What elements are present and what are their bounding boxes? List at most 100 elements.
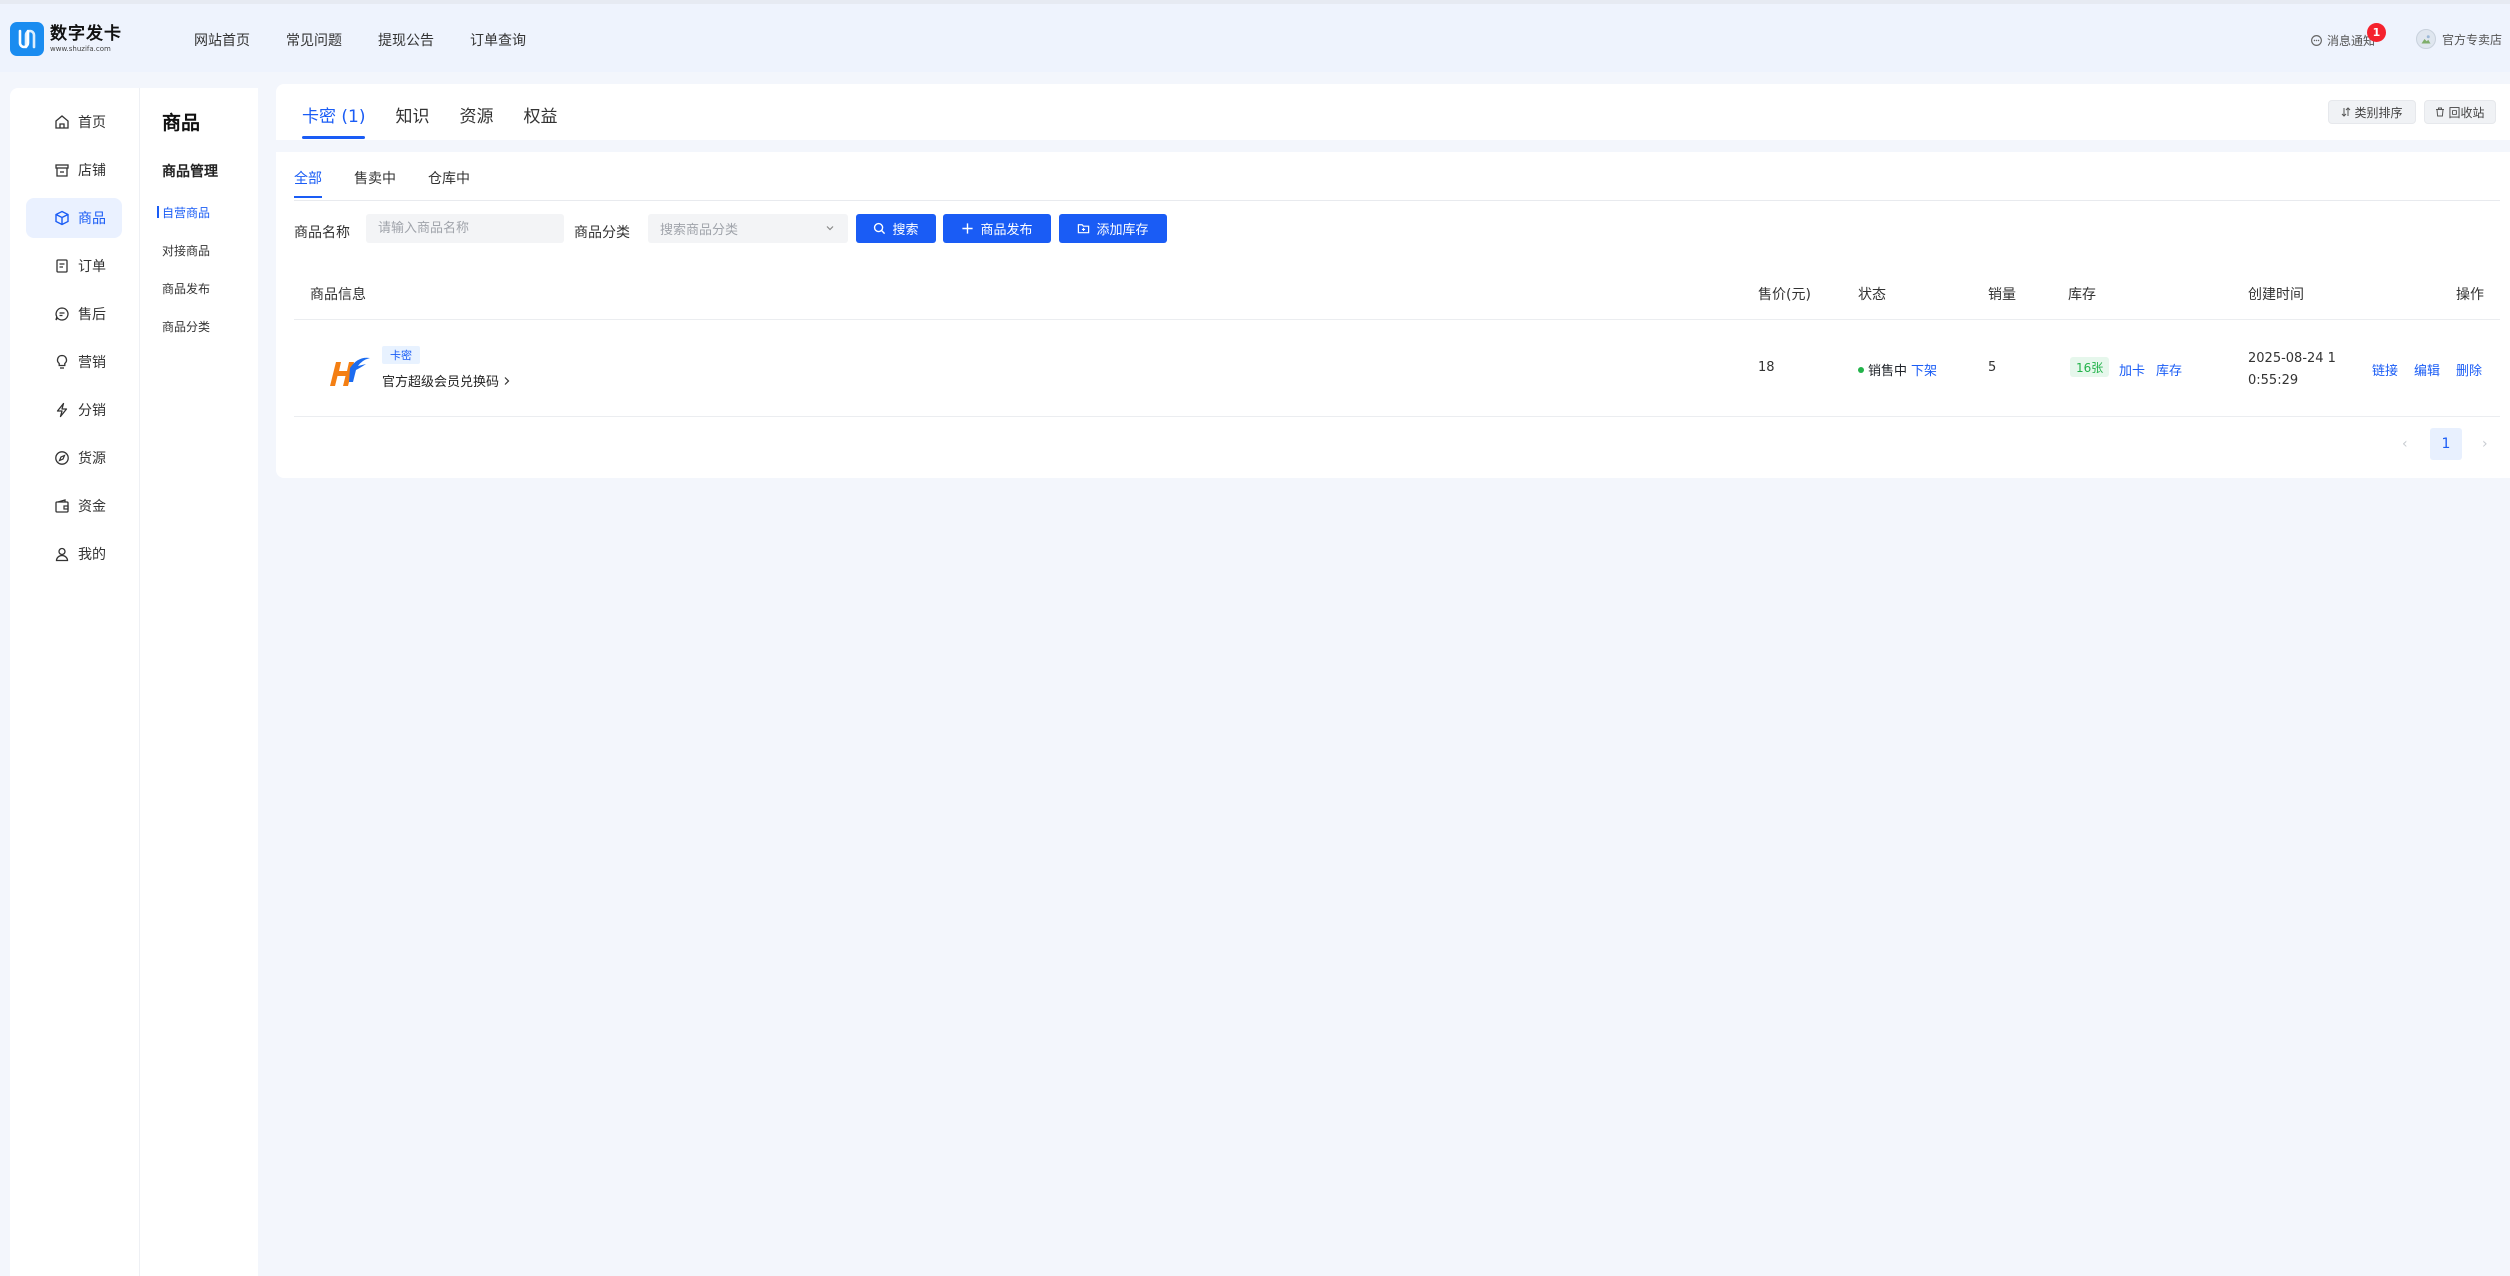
message-icon <box>2311 35 2322 46</box>
view-stock-link[interactable]: 库存 <box>2156 360 2182 379</box>
recycle-bin-label: 回收站 <box>2448 105 2485 120</box>
take-down-link[interactable]: 下架 <box>1911 360 1937 379</box>
brand-name: 数字发卡 <box>50 23 122 44</box>
tab-knowledge[interactable]: 知识 <box>395 102 429 139</box>
topnav-faq[interactable]: 常见问题 <box>286 30 342 50</box>
subnav-item-publish[interactable]: 商品发布 <box>162 280 210 297</box>
col-header-sales: 销量 <box>1988 287 2016 303</box>
topnav-order-query[interactable]: 订单查询 <box>470 30 526 50</box>
category-sort-button[interactable]: 类别排序 <box>2328 100 2416 124</box>
product-price: 18 <box>1758 360 1775 375</box>
messages-button[interactable]: 消息通知 <box>2310 32 2375 49</box>
add-card-link[interactable]: 加卡 <box>2119 360 2145 379</box>
subnav-item-connected-products[interactable]: 对接商品 <box>162 242 210 259</box>
topnav-withdraw-notice[interactable]: 提现公告 <box>378 30 434 50</box>
divider <box>294 319 2500 320</box>
tab-benefits[interactable]: 权益 <box>523 102 557 139</box>
col-header-stock: 库存 <box>2068 287 2096 303</box>
user-icon <box>55 547 69 562</box>
subnav-group-title: 商品管理 <box>162 164 218 180</box>
chevron-right-icon <box>504 376 510 385</box>
publish-product-label: 商品发布 <box>980 223 1033 238</box>
wallet-icon <box>55 499 69 513</box>
status-text: 销售中 <box>1868 364 1908 379</box>
main-panel: 卡密 (1) 知识 资源 权益 类别排序 回收站 全部 售卖中 仓库中 商品名称… <box>276 84 2510 478</box>
tab-separator <box>276 140 2510 152</box>
product-status: 销售中 下架 <box>1858 360 1937 379</box>
product-name-link[interactable]: 官方超级会员兑换码 <box>382 371 511 390</box>
tab-in-warehouse[interactable]: 仓库中 <box>428 168 470 198</box>
product-name-input[interactable] <box>366 214 564 243</box>
product-name: 官方超级会员兑换码 <box>382 375 500 390</box>
tab-card-secret[interactable]: 卡密 (1) <box>302 102 366 139</box>
product-sales: 5 <box>1988 360 1997 375</box>
brand-url: www.shuzifa.com <box>50 44 111 53</box>
product-type-tag: 卡密 <box>382 346 420 364</box>
tab-all[interactable]: 全部 <box>294 168 322 198</box>
category-sort-label: 类别排序 <box>2354 105 2403 120</box>
sidebar-item-supply[interactable]: 货源 <box>26 438 122 478</box>
col-header-price: 售价(元) <box>1758 287 1811 303</box>
tab-on-sale[interactable]: 售卖中 <box>354 168 396 198</box>
sidebar-item-mine[interactable]: 我的 <box>26 534 122 574</box>
plus-icon <box>962 223 974 234</box>
sidebar-item-label: 货源 <box>78 451 106 467</box>
product-category-label: 商品分类 <box>574 225 630 241</box>
search-button-label: 搜索 <box>892 223 919 238</box>
product-thumbnail[interactable] <box>320 346 372 398</box>
sidebar-item-label: 我的 <box>78 547 106 563</box>
sidebar-item-products[interactable]: 商品 <box>26 198 122 238</box>
tab-resources[interactable]: 资源 <box>459 102 493 139</box>
sort-icon <box>2342 107 2351 117</box>
subnav-item-own-products[interactable]: 自营商品 <box>156 204 210 221</box>
sidebar-item-label: 售后 <box>78 307 106 323</box>
compass-icon <box>55 451 69 465</box>
chat-icon <box>55 307 69 321</box>
top-bar: 数字发卡 www.shuzifa.com 网站首页 常见问题 提现公告 订单查询… <box>0 0 2510 72</box>
stock-count-badge: 16张 <box>2070 357 2110 377</box>
folder-add-icon <box>1078 224 1090 234</box>
add-stock-button[interactable]: 添加库存 <box>1059 214 1167 243</box>
sidebar: 首页 店铺 商品 订单 售后 营销 分销 货源 资金 我的 <box>10 88 140 1276</box>
next-page-button[interactable]: › <box>2482 436 2488 452</box>
page-number-button[interactable]: 1 <box>2430 428 2462 460</box>
home-icon <box>55 115 69 129</box>
col-header-actions: 操作 <box>2456 287 2484 303</box>
product-category-select[interactable]: 搜索商品分类 <box>648 214 848 243</box>
divider <box>294 200 2500 201</box>
status-tabs: 全部 售卖中 仓库中 <box>294 168 470 198</box>
sidebar-item-home[interactable]: 首页 <box>26 102 122 142</box>
sidebar-item-aftersale[interactable]: 售后 <box>26 294 122 334</box>
bulb-icon <box>56 354 68 369</box>
store-icon <box>55 164 69 177</box>
product-type-tabs: 卡密 (1) 知识 资源 权益 <box>302 102 557 139</box>
bolt-icon <box>56 402 68 418</box>
avatar <box>2416 29 2436 49</box>
user-name: 官方专卖店 <box>2442 32 2503 47</box>
delete-action[interactable]: 删除 <box>2456 360 2482 379</box>
divider <box>294 416 2500 417</box>
col-header-product-info: 商品信息 <box>310 287 366 303</box>
col-header-created: 创建时间 <box>2248 287 2304 303</box>
recycle-bin-button[interactable]: 回收站 <box>2424 100 2496 124</box>
link-action[interactable]: 链接 <box>2372 360 2398 379</box>
sidebar-item-funds[interactable]: 资金 <box>26 486 122 526</box>
add-stock-label: 添加库存 <box>1096 223 1149 238</box>
search-button[interactable]: 搜索 <box>856 214 936 243</box>
top-nav: 网站首页 常见问题 提现公告 订单查询 <box>194 4 526 76</box>
publish-product-button[interactable]: 商品发布 <box>943 214 1051 243</box>
prev-page-button[interactable]: ‹ <box>2402 436 2408 452</box>
topnav-home[interactable]: 网站首页 <box>194 30 250 50</box>
sidebar-item-marketing[interactable]: 营销 <box>26 342 122 382</box>
sidebar-item-label: 分销 <box>78 403 106 419</box>
sidebar-item-orders[interactable]: 订单 <box>26 246 122 286</box>
logo-icon <box>10 22 44 56</box>
search-icon <box>874 222 886 235</box>
edit-action[interactable]: 编辑 <box>2414 360 2440 379</box>
logo[interactable]: 数字发卡 www.shuzifa.com <box>10 22 122 56</box>
sidebar-item-store[interactable]: 店铺 <box>26 150 122 190</box>
sidebar-item-label: 订单 <box>78 259 106 275</box>
user-menu[interactable]: 官方专卖店 <box>2416 29 2502 49</box>
subnav-item-categories[interactable]: 商品分类 <box>162 318 210 335</box>
sidebar-item-distribution[interactable]: 分销 <box>26 390 122 430</box>
